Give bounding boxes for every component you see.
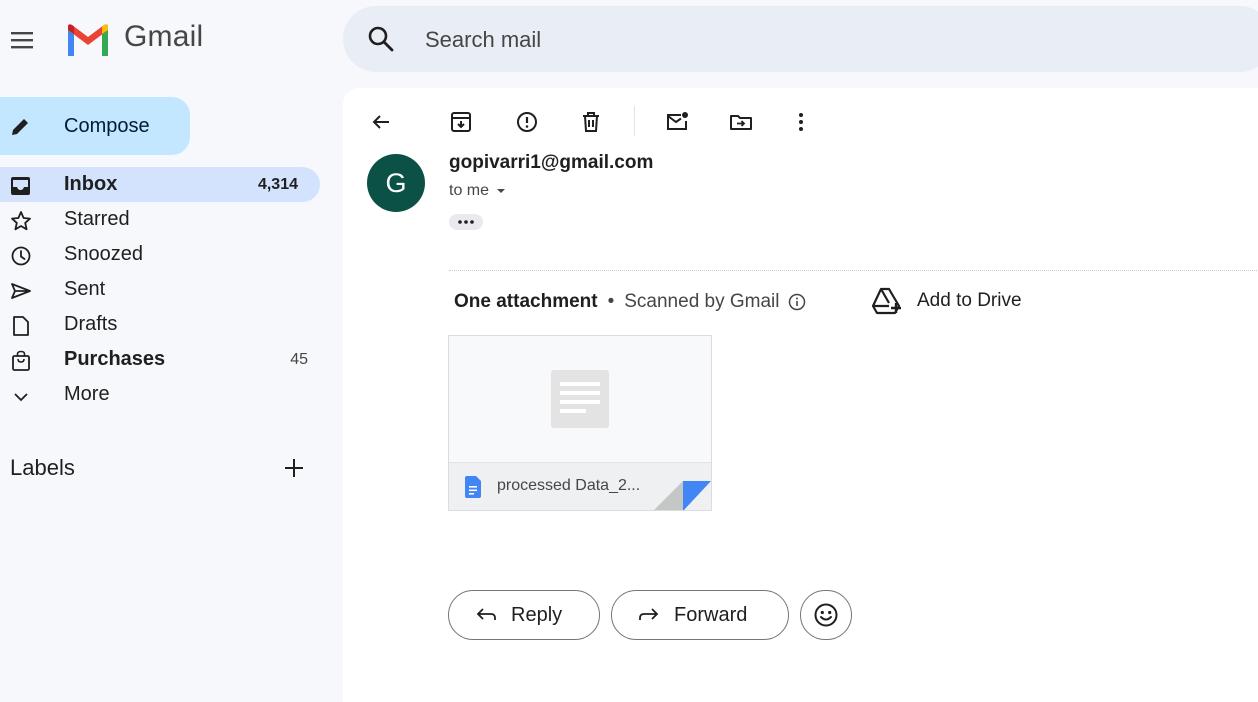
drive-add-icon	[871, 287, 903, 315]
sidebar-item-purchases[interactable]: Purchases 45	[0, 342, 330, 377]
inbox-icon	[10, 175, 32, 197]
clock-icon	[10, 245, 32, 267]
attachment-card[interactable]: processed Data_2...	[448, 335, 712, 511]
attachment-footer: processed Data_2...	[449, 462, 711, 510]
sidebar-nav: Inbox 4,314 Starred Snoozed Sent Drafts …	[0, 167, 330, 412]
delete-icon[interactable]	[579, 110, 603, 134]
search-bar[interactable]	[343, 6, 1258, 72]
forward-arrow-icon	[638, 604, 674, 626]
report-spam-icon[interactable]	[515, 110, 539, 134]
search-input[interactable]	[423, 20, 927, 60]
pencil-icon	[8, 115, 32, 139]
sidebar-item-label: Purchases	[64, 348, 166, 370]
caret-down-icon	[489, 185, 507, 197]
chevron-down-icon	[10, 385, 32, 407]
recipient-details[interactable]: to me	[449, 182, 507, 200]
separator: •	[607, 291, 615, 312]
unread-count: 45	[290, 350, 308, 368]
show-trimmed-content-button[interactable]	[449, 214, 483, 230]
sidebar-item-label: More	[64, 383, 110, 405]
sidebar-item-label: Starred	[64, 208, 130, 230]
attachment-preview	[449, 336, 711, 462]
archive-icon[interactable]	[449, 110, 473, 134]
divider	[449, 270, 1258, 271]
sidebar-item-snoozed[interactable]: Snoozed	[0, 237, 330, 272]
labels-heading: Labels	[10, 455, 75, 480]
add-label-icon[interactable]	[282, 456, 306, 480]
smiley-icon	[813, 602, 839, 628]
search-icon[interactable]	[367, 25, 395, 53]
app-brand: Gmail	[124, 20, 204, 53]
mark-unread-icon[interactable]	[665, 110, 689, 134]
sender-email[interactable]: gopivarri1@gmail.com	[449, 152, 653, 174]
forward-label: Forward	[674, 603, 748, 626]
add-to-drive-button[interactable]: Add to Drive	[871, 287, 1022, 315]
compose-button[interactable]: Compose	[0, 97, 190, 155]
star-icon	[10, 210, 32, 232]
compose-label: Compose	[64, 115, 150, 137]
sidebar-item-starred[interactable]: Starred	[0, 202, 330, 237]
sidebar-item-drafts[interactable]: Drafts	[0, 307, 330, 342]
forward-button[interactable]: Forward	[611, 590, 789, 640]
sidebar-item-label: Snoozed	[64, 243, 143, 265]
reply-button[interactable]: Reply	[448, 590, 600, 640]
send-icon	[10, 280, 32, 302]
add-to-drive-label: Add to Drive	[917, 290, 1022, 311]
ellipsis-icon	[456, 219, 476, 225]
attachment-header: One attachment • Scanned by Gmail	[454, 291, 806, 313]
shopping-bag-icon	[10, 350, 32, 372]
unread-count: 4,314	[257, 175, 298, 193]
message-panel: G gopivarri1@gmail.com to me One attachm…	[343, 88, 1258, 702]
draft-icon	[10, 315, 32, 337]
more-vert-icon[interactable]	[789, 110, 813, 134]
document-thumbnail-icon	[551, 370, 609, 428]
emoji-reaction-button[interactable]	[800, 590, 852, 640]
back-arrow-icon[interactable]	[369, 110, 393, 134]
toolbar-divider	[634, 106, 635, 136]
main-menu-icon[interactable]	[10, 27, 36, 53]
sidebar-item-label: Sent	[64, 278, 106, 300]
move-to-icon[interactable]	[729, 110, 753, 134]
gmail-logo-icon[interactable]	[64, 22, 112, 58]
reply-arrow-icon	[475, 604, 511, 626]
sidebar-item-label: Inbox	[64, 173, 118, 195]
scanned-by-gmail-label: Scanned by Gmail	[624, 291, 780, 312]
sidebar-item-inbox[interactable]: Inbox 4,314	[0, 167, 320, 202]
attachment-file-name: processed Data_2...	[497, 477, 641, 494]
info-icon[interactable]	[788, 293, 806, 311]
recipient-label: to me	[449, 182, 490, 199]
attachment-count: One attachment	[454, 291, 598, 312]
sidebar-item-more[interactable]: More	[0, 377, 330, 412]
reply-label: Reply	[511, 603, 563, 626]
sidebar-item-sent[interactable]: Sent	[0, 272, 330, 307]
file-corner-fold-icon	[653, 481, 711, 510]
sidebar-item-label: Drafts	[64, 313, 118, 335]
avatar[interactable]: G	[367, 154, 425, 212]
google-docs-file-icon	[465, 476, 481, 498]
